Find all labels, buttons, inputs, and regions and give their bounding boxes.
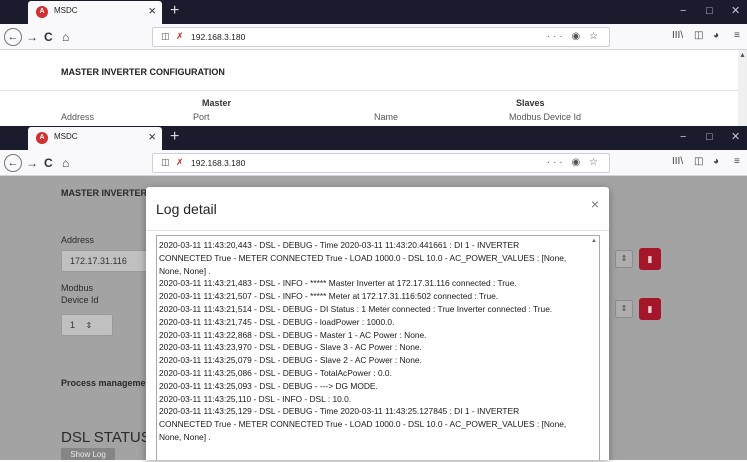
library-icon[interactable]: III\ bbox=[672, 156, 683, 167]
modbus-device-id-stepper[interactable]: 1 ⇕ bbox=[61, 314, 113, 336]
sidebar-icon[interactable]: ◫ bbox=[694, 156, 703, 167]
log-line: 2020-03-11 11:43:22,868 - DSL - DEBUG - … bbox=[159, 329, 427, 340]
url-text[interactable]: 192.168.3.180 bbox=[191, 158, 245, 168]
angular-favicon-icon: A bbox=[36, 132, 48, 144]
device-id-label: Device Id bbox=[61, 295, 99, 305]
config-heading: MASTER INVERTER CONFIGURATION bbox=[61, 67, 225, 77]
url-bar[interactable]: ◫ ✗ 192.168.3.180 ··· ◉ ☆ bbox=[152, 153, 610, 173]
insecure-lock-icon[interactable]: ✗ bbox=[176, 157, 184, 168]
home-icon[interactable]: ⌂ bbox=[62, 29, 69, 45]
log-line: None, None] . bbox=[159, 265, 211, 276]
modbus-label: Modbus bbox=[61, 283, 94, 293]
maximize-icon[interactable]: □ bbox=[706, 4, 713, 18]
log-line: 2020-03-11 11:43:21,514 - DSL - DEBUG - … bbox=[159, 303, 553, 314]
library-icon[interactable]: III\ bbox=[672, 30, 683, 41]
scroll-up-icon[interactable]: ▲ bbox=[739, 52, 746, 59]
log-line: 2020-03-11 11:43:23,970 - DSL - DEBUG - … bbox=[159, 342, 422, 353]
url-text[interactable]: 192.168.3.180 bbox=[191, 32, 245, 42]
divider bbox=[0, 90, 738, 91]
extension-icon[interactable]: ◕ bbox=[713, 30, 719, 41]
page-scrollbar[interactable]: ▲ bbox=[738, 50, 747, 126]
modbus-device-id-column-header: Modbus Device Id bbox=[509, 112, 582, 122]
extension-icon[interactable]: ◕ bbox=[713, 156, 719, 167]
nav-toolbar: ← → C ⌂ ◫ ✗ 192.168.3.180 ··· ◉ ☆ III\ ◫… bbox=[0, 24, 747, 50]
menu-icon[interactable]: ≡ bbox=[734, 30, 740, 41]
back-icon[interactable]: ← bbox=[4, 28, 22, 46]
stepper-icon[interactable]: ⇕ bbox=[86, 321, 93, 330]
minimize-icon[interactable]: − bbox=[680, 4, 686, 18]
tab-title: MSDC bbox=[54, 132, 78, 141]
log-textarea[interactable]: 2020-03-11 11:43:20,443 - DSL - DEBUG - … bbox=[156, 235, 600, 460]
close-window-icon[interactable]: ✕ bbox=[731, 4, 740, 18]
back-icon[interactable]: ← bbox=[4, 154, 22, 172]
log-line: None, None] . bbox=[159, 431, 211, 442]
browser-window-bottom: A MSDC × + − □ ✕ ← → C ⌂ ◫ ✗ 192.168.3.1… bbox=[0, 126, 747, 460]
tab-bar: A MSDC × + − □ ✕ bbox=[0, 126, 747, 150]
tab-close-icon[interactable]: × bbox=[148, 130, 156, 144]
reload-icon[interactable]: C bbox=[44, 29, 53, 45]
log-line: 2020-03-11 11:43:21,507 - DSL - INFO - *… bbox=[159, 291, 499, 302]
log-line: 2020-03-11 11:43:25,093 - DSL - DEBUG - … bbox=[159, 380, 378, 391]
url-bar[interactable]: ◫ ✗ 192.168.3.180 ··· ◉ ☆ bbox=[152, 27, 610, 47]
log-scroll-up-icon[interactable]: ▲ bbox=[591, 238, 597, 244]
nav-toolbar: ← → C ⌂ ◫ ✗ 192.168.3.180 ··· ◉ ☆ III\ ◫… bbox=[0, 150, 747, 176]
modal-close-icon[interactable]: × bbox=[591, 197, 599, 211]
reload-icon[interactable]: C bbox=[44, 155, 53, 171]
forward-icon[interactable]: → bbox=[26, 155, 38, 171]
tab-title: MSDC bbox=[54, 6, 78, 15]
angular-favicon-icon: A bbox=[36, 6, 48, 18]
close-window-icon[interactable]: ✕ bbox=[731, 130, 740, 144]
slave-stepper-icon[interactable]: ⇕ bbox=[615, 250, 633, 268]
page-actions-icon[interactable]: ··· ◉ ☆ bbox=[547, 157, 601, 168]
log-line: 2020-03-11 11:43:25,079 - DSL - DEBUG - … bbox=[159, 355, 422, 366]
log-line: 2020-03-11 11:43:25,129 - DSL - DEBUG - … bbox=[159, 406, 520, 417]
menu-icon[interactable]: ≡ bbox=[734, 156, 740, 167]
slaves-column-header: Slaves bbox=[516, 98, 545, 108]
new-tab-button[interactable]: + bbox=[170, 127, 179, 147]
log-line: 2020-03-11 11:43:21,483 - DSL - INFO - *… bbox=[159, 278, 517, 289]
log-detail-modal: Log detail × 2020-03-11 11:43:20,443 - D… bbox=[146, 187, 609, 460]
modbus-device-id-value: 1 bbox=[70, 320, 76, 330]
master-inverter-heading: MASTER INVERTER bbox=[61, 188, 148, 198]
delete-slave-button[interactable]: ▮ bbox=[639, 298, 661, 320]
browser-window-top: A MSDC × + − □ ✕ ← → C ⌂ ◫ ✗ 192.168.3.1… bbox=[0, 0, 747, 126]
trash-icon: ▮ bbox=[647, 304, 653, 314]
browser-tab[interactable]: A MSDC × bbox=[28, 1, 162, 24]
port-column-header: Port bbox=[193, 112, 210, 122]
address-input[interactable]: 172.17.31.116 bbox=[61, 250, 147, 272]
shield-icon[interactable]: ◫ bbox=[161, 31, 170, 42]
minimize-icon[interactable]: − bbox=[680, 130, 686, 144]
log-line: 2020-03-11 11:43:25,110 - DSL - INFO - D… bbox=[159, 393, 352, 404]
log-line: CONNECTED True - METER CONNECTED True - … bbox=[159, 419, 567, 430]
forward-icon[interactable]: → bbox=[26, 29, 38, 45]
modal-divider bbox=[146, 230, 609, 231]
browser-tab[interactable]: A MSDC × bbox=[28, 127, 162, 150]
trash-icon: ▮ bbox=[647, 254, 653, 264]
address-column-header: Address bbox=[61, 112, 95, 122]
maximize-icon[interactable]: □ bbox=[706, 130, 713, 144]
process-management-label: Process managemen bbox=[61, 378, 152, 388]
modal-title: Log detail bbox=[156, 201, 217, 217]
home-icon[interactable]: ⌂ bbox=[62, 155, 69, 171]
show-log-button[interactable]: Show Log bbox=[61, 448, 115, 460]
log-content: 2020-03-11 11:43:20,443 - DSL - DEBUG - … bbox=[159, 239, 589, 444]
slave-stepper-icon[interactable]: ⇕ bbox=[615, 300, 633, 318]
address-label: Address bbox=[61, 235, 95, 245]
log-line: CONNECTED True - METER CONNECTED True - … bbox=[159, 252, 567, 263]
delete-slave-button[interactable]: ▮ bbox=[639, 248, 661, 270]
tab-bar: A MSDC × + − □ ✕ bbox=[0, 0, 747, 24]
log-line: 2020-03-11 11:43:25,086 - DSL - DEBUG - … bbox=[159, 367, 392, 378]
tab-close-icon[interactable]: × bbox=[148, 4, 156, 18]
shield-icon[interactable]: ◫ bbox=[161, 157, 170, 168]
new-tab-button[interactable]: + bbox=[170, 1, 179, 21]
log-line: 2020-03-11 11:43:20,443 - DSL - DEBUG - … bbox=[159, 240, 520, 250]
sidebar-icon[interactable]: ◫ bbox=[694, 30, 703, 41]
master-column-header: Master bbox=[202, 98, 232, 108]
log-line: 2020-03-11 11:43:21,745 - DSL - DEBUG - … bbox=[159, 316, 395, 327]
name-column-header: Name bbox=[374, 112, 399, 122]
insecure-lock-icon[interactable]: ✗ bbox=[176, 31, 184, 42]
dsl-status-heading: DSL STATUS bbox=[61, 429, 151, 446]
page-actions-icon[interactable]: ··· ◉ ☆ bbox=[547, 31, 601, 42]
